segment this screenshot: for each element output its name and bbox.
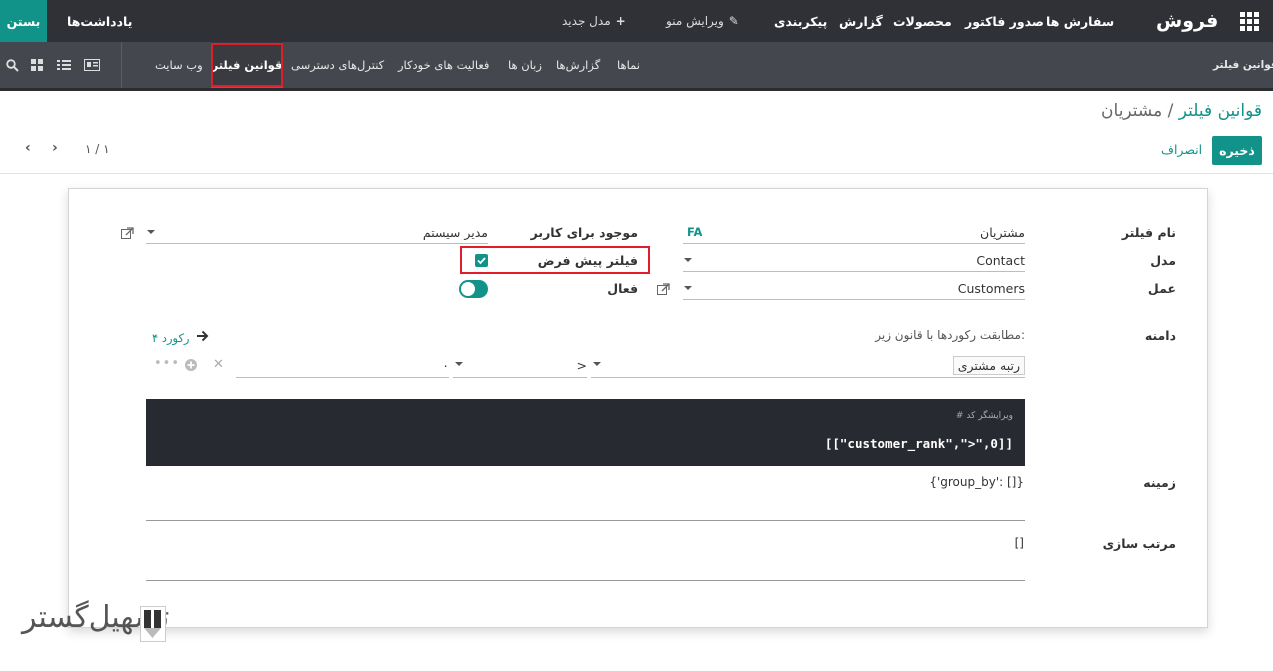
context-label: زمینه (1143, 475, 1176, 490)
active-label: فعال (607, 281, 638, 296)
control-panel-divider (0, 173, 1273, 174)
tab-automated-actions[interactable]: فعالیت های خودکار (398, 42, 489, 88)
menu-configuration[interactable]: پیکربندی (774, 0, 827, 42)
sort-underline (146, 580, 1025, 581)
contact-card-icon[interactable] (84, 59, 100, 71)
action-select[interactable]: Customers (683, 280, 1025, 300)
action-label: عمل (1147, 281, 1176, 296)
active-toggle[interactable] (459, 280, 488, 298)
available-for-user-label: موجود برای کاربر (530, 225, 638, 240)
save-button[interactable]: ذخیره (1212, 136, 1262, 165)
chevron-down-icon (147, 230, 155, 234)
domain-operator-select[interactable]: > (453, 355, 587, 378)
filter-name-field[interactable]: مشتریان (683, 224, 1025, 244)
domain-value-input[interactable]: ۰ (236, 355, 449, 378)
records-count: ۴ رکورد (152, 331, 190, 345)
filter-name-label: نام فیلتر (1121, 225, 1176, 240)
code-editor[interactable]: # ویرایشگر کد [["customer_rank",">",0]] (146, 399, 1025, 466)
navbar-shadow (0, 88, 1273, 91)
add-rule-icon[interactable] (184, 358, 198, 372)
chevron-down-icon (593, 362, 601, 366)
search-icon[interactable] (6, 59, 19, 72)
external-link-icon[interactable] (121, 227, 134, 240)
breadcrumb-current: مشتریان (1101, 101, 1163, 121)
model-label: مدل (1150, 253, 1176, 268)
model-select[interactable]: Contact (683, 252, 1025, 272)
pager-value[interactable]: ۱ / ۱ (85, 142, 110, 156)
current-view-title: قوانین فیلتر (1213, 59, 1273, 71)
breadcrumb-parent[interactable]: قوانین فیلتر (1179, 101, 1262, 121)
user-select[interactable]: مدیر سیستم (146, 224, 488, 244)
action-value: Customers (957, 281, 1025, 296)
more-options-icon[interactable]: ••• (154, 356, 180, 371)
chevron-down-icon (684, 286, 692, 290)
code-editor-comment: # ویرایشگر کد (955, 411, 1013, 421)
translate-language-tag[interactable]: FA (687, 225, 702, 239)
domain-label: دامنه (1144, 328, 1176, 343)
chevron-down-icon (684, 258, 692, 262)
filter-name-value: مشتریان (980, 225, 1025, 240)
pencil-icon: ✎ (728, 14, 739, 28)
pager-previous-icon[interactable]: ‹ (25, 140, 31, 156)
context-underline (146, 520, 1025, 521)
kanban-view-icon[interactable] (31, 59, 43, 71)
code-editor-text: [["customer_rank",">",0]] (824, 436, 1013, 451)
highlight-default-filter-frame (460, 246, 650, 274)
top-navbar: فروش سفارش ها صدور فاکتور محصولات گزارش … (0, 0, 1273, 42)
tab-languages[interactable]: زبان ها (508, 42, 542, 88)
domain-field-select[interactable]: رتبه مشتری (591, 355, 1025, 378)
new-model-button[interactable]: مدل جدید + (562, 0, 626, 42)
edit-menu-label: ویرایش منو (666, 14, 724, 28)
context-value[interactable]: {'group_by': []} (929, 475, 1024, 489)
view-switcher (0, 42, 122, 88)
arrow-right-icon[interactable] (196, 330, 209, 342)
menu-reporting[interactable]: گزارش (839, 0, 883, 42)
domain-rule-text: مطابقت رکوردها با قانون زیر: (875, 328, 1025, 342)
sort-value[interactable]: [] (1015, 536, 1024, 550)
plus-icon: + (615, 14, 626, 28)
menu-products[interactable]: محصولات (893, 0, 952, 42)
tab-website[interactable]: وب سایت (155, 42, 203, 88)
studio-submenu: قوانین فیلتر نماها گزارش‌ها زبان ها فعال… (0, 42, 1273, 88)
menu-invoicing[interactable]: صدور فاکتور (965, 0, 1044, 42)
edit-menu-button[interactable]: ویرایش منو ✎ (666, 0, 739, 42)
watermark-logo-icon (140, 606, 166, 642)
notes-button[interactable]: یادداشت‌ها (67, 0, 132, 42)
domain-field-value: رتبه مشتری (952, 356, 1025, 375)
tab-views[interactable]: نماها (617, 42, 640, 88)
domain-value: ۰ (442, 358, 449, 373)
discard-button[interactable]: انصراف (1161, 142, 1202, 157)
breadcrumb: قوانین فیلتر / مشتریان (1101, 101, 1262, 121)
highlight-tab-frame (211, 43, 283, 87)
delete-rule-icon[interactable]: ✕ (213, 357, 224, 372)
app-brand[interactable]: فروش (1156, 0, 1218, 42)
apps-menu-icon[interactable] (1240, 0, 1262, 42)
breadcrumb-separator: / (1167, 101, 1174, 121)
menu-orders[interactable]: سفارش ها (1046, 0, 1114, 42)
list-view-icon[interactable] (57, 59, 71, 71)
new-model-label: مدل جدید (562, 14, 611, 28)
chevron-down-icon (455, 362, 463, 366)
domain-operator-value: > (576, 358, 587, 373)
close-button[interactable]: بستن (0, 0, 47, 42)
tab-reports[interactable]: گزارش‌ها (556, 42, 600, 88)
user-value: مدیر سیستم (422, 225, 488, 240)
records-count-link[interactable]: ۴ رکورد (152, 331, 190, 345)
pager-next-icon[interactable]: › (52, 140, 58, 156)
sort-label: مرتب سازی (1102, 536, 1176, 551)
external-link-icon[interactable] (657, 283, 670, 296)
model-value: Contact (976, 253, 1025, 268)
tab-access-controls[interactable]: کنترل‌های دسترسی (291, 42, 384, 88)
